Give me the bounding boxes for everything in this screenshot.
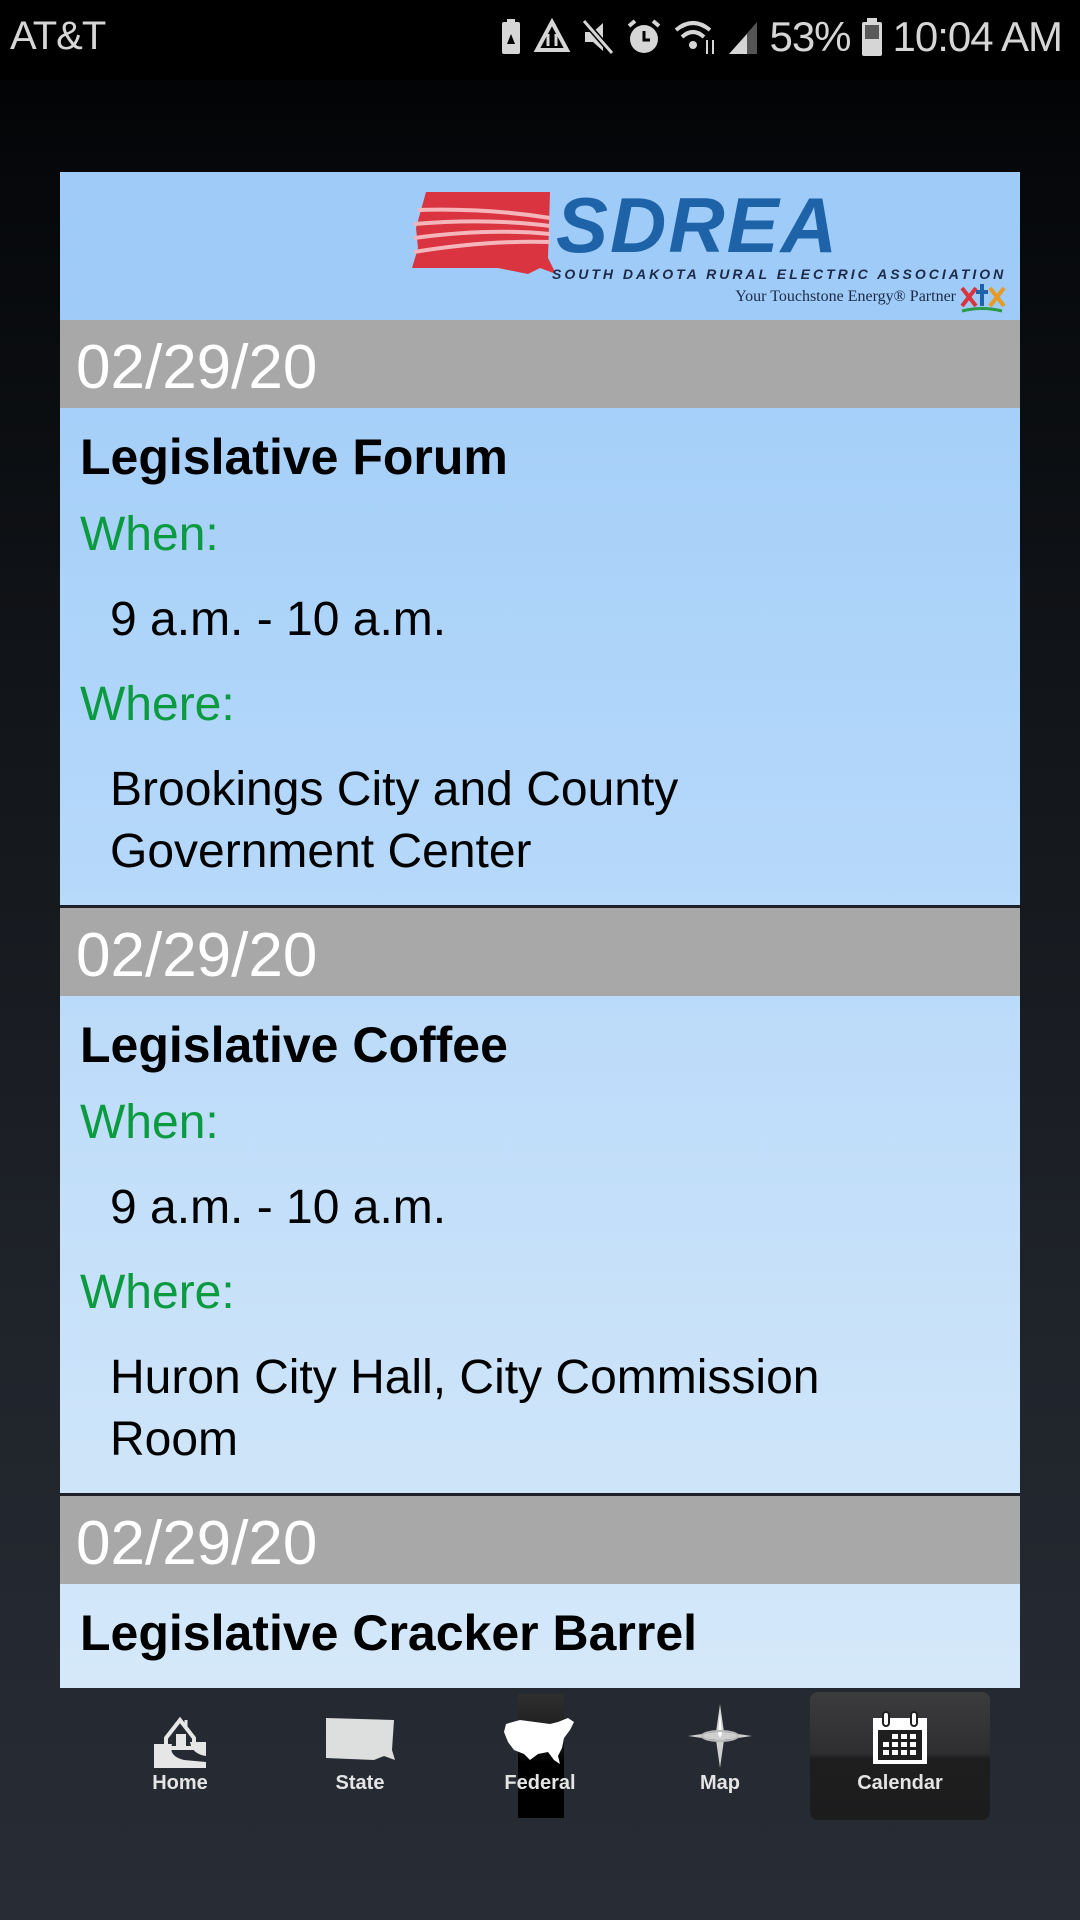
battery-saver-icon [499, 18, 523, 56]
event-location-line: Huron City Hall, City Commission [110, 1351, 820, 1404]
south-dakota-logo-icon [412, 192, 556, 274]
event-date: 02/29/20 [60, 1496, 1020, 1584]
usa-map-icon [504, 1718, 574, 1764]
tab-label: Federal [504, 1772, 576, 1794]
battery-percent: 53% [769, 13, 851, 60]
logo-name: SDREA [556, 181, 840, 269]
logo-subtitle: SOUTH DAKOTA RURAL ELECTRIC ASSOCIATION [552, 266, 1007, 282]
bottom-tab-bar: Home State Federal Map Calendar [0, 1688, 1080, 1828]
calendar-event-list[interactable]: SDREA SOUTH DAKOTA RURAL ELECTRIC ASSOCI… [60, 172, 1020, 1688]
event-item[interactable]: 02/29/20 Legislative Coffee When: 9 a.m.… [60, 905, 1020, 1493]
compass-star-icon [688, 1704, 752, 1768]
tab-state[interactable]: State [270, 1688, 450, 1818]
event-title: Legislative Forum [80, 429, 508, 485]
event-date: 02/29/20 [60, 320, 1020, 408]
calendar-icon [873, 1711, 927, 1764]
tab-home[interactable]: Home [90, 1688, 270, 1818]
tab-map[interactable]: Map [630, 1688, 810, 1818]
clock-time: 10:04 AM [892, 13, 1063, 60]
event-item[interactable]: 02/29/20 Legislative Forum When: 9 a.m. … [60, 320, 1020, 905]
event-location-line: Brookings City and County [110, 763, 679, 816]
event-item[interactable]: 02/29/20 Legislative Cracker Barrel When… [60, 1493, 1020, 1688]
when-label: When: [80, 1096, 219, 1149]
wifi-icon [673, 18, 717, 56]
data-saver-icon [533, 18, 571, 56]
logo-tagline: Your Touchstone Energy® Partner [735, 288, 956, 305]
event-title: Legislative Coffee [80, 1017, 508, 1073]
where-label: Where: [80, 1266, 235, 1319]
tab-label: State [335, 1772, 385, 1794]
south-dakota-icon [326, 1718, 395, 1760]
touchstone-energy-icon [960, 284, 1006, 313]
carrier-name: AT&T [10, 14, 106, 58]
home-icon [154, 1716, 206, 1768]
tab-label: Map [700, 1772, 740, 1794]
event-location: Brookings City and County Government Cen… [80, 747, 1000, 895]
event-time: 9 a.m. - 10 a.m. [110, 1181, 447, 1234]
status-icons: 53% 10:04 AM [499, 12, 1063, 62]
signal-icon [727, 18, 759, 56]
tab-calendar[interactable]: Calendar [810, 1688, 990, 1820]
event-location-line: Room [110, 1413, 239, 1466]
tab-label: Home [152, 1772, 208, 1794]
event-location-line: Government Center [110, 825, 532, 878]
alarm-icon [625, 18, 663, 56]
event-date: 02/29/20 [60, 908, 1020, 996]
sdrea-logo: SDREA SOUTH DAKOTA RURAL ELECTRIC ASSOCI… [408, 180, 1008, 313]
event-location: Huron City Hall, City Commission Room [80, 1335, 1000, 1483]
tab-label: Calendar [857, 1772, 943, 1794]
event-time: 9 a.m. - 10 a.m. [110, 593, 447, 646]
when-label: When: [80, 1668, 1000, 1688]
when-label: When: [80, 508, 219, 561]
status-bar: AT&T 53% 10:04 AM [0, 0, 1080, 80]
event-title: Legislative Cracker Barrel [80, 1605, 698, 1661]
tab-federal[interactable]: Federal [450, 1688, 630, 1818]
mute-icon [581, 18, 615, 56]
battery-icon [861, 17, 883, 57]
where-label: Where: [80, 678, 235, 731]
logo-header: SDREA SOUTH DAKOTA RURAL ELECTRIC ASSOCI… [60, 172, 1020, 320]
